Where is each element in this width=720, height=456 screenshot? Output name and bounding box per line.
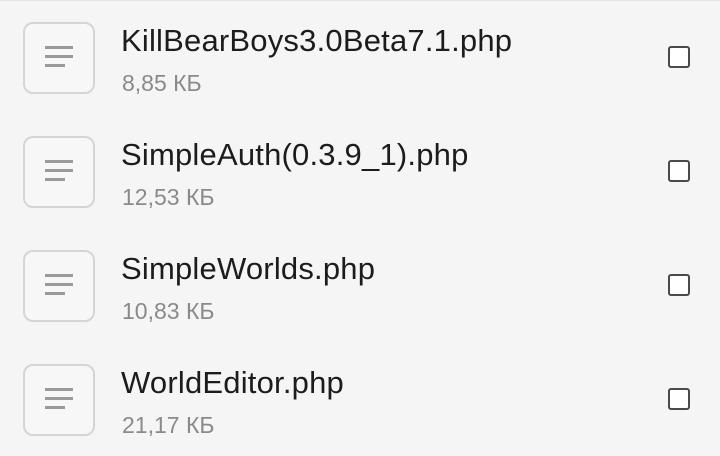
file-row[interactable]: WorldEditor.php 21,17 КБ [0, 342, 720, 456]
file-size: 21,17 КБ [122, 412, 215, 438]
document-icon [23, 250, 95, 322]
file-name: SimpleWorlds.php [121, 251, 376, 286]
document-icon [23, 22, 95, 94]
file-row[interactable]: KillBearBoys3.0Beta7.1.php 8,85 КБ [0, 0, 720, 114]
file-name: SimpleAuth(0.3.9_1).php [121, 137, 469, 172]
file-size: 10,83 КБ [122, 298, 215, 324]
document-icon [23, 136, 95, 208]
document-icon [23, 364, 95, 436]
file-size: 8,85 КБ [122, 70, 202, 96]
file-row[interactable]: SimpleAuth(0.3.9_1).php 12,53 КБ [0, 114, 720, 228]
select-checkbox[interactable] [668, 388, 690, 410]
file-row[interactable]: SimpleWorlds.php 10,83 КБ [0, 228, 720, 342]
select-checkbox[interactable] [668, 274, 690, 296]
file-name: KillBearBoys3.0Beta7.1.php [121, 23, 513, 58]
select-checkbox[interactable] [668, 160, 690, 182]
file-name: WorldEditor.php [121, 365, 344, 400]
file-size: 12,53 КБ [122, 184, 215, 210]
select-checkbox[interactable] [668, 46, 690, 68]
